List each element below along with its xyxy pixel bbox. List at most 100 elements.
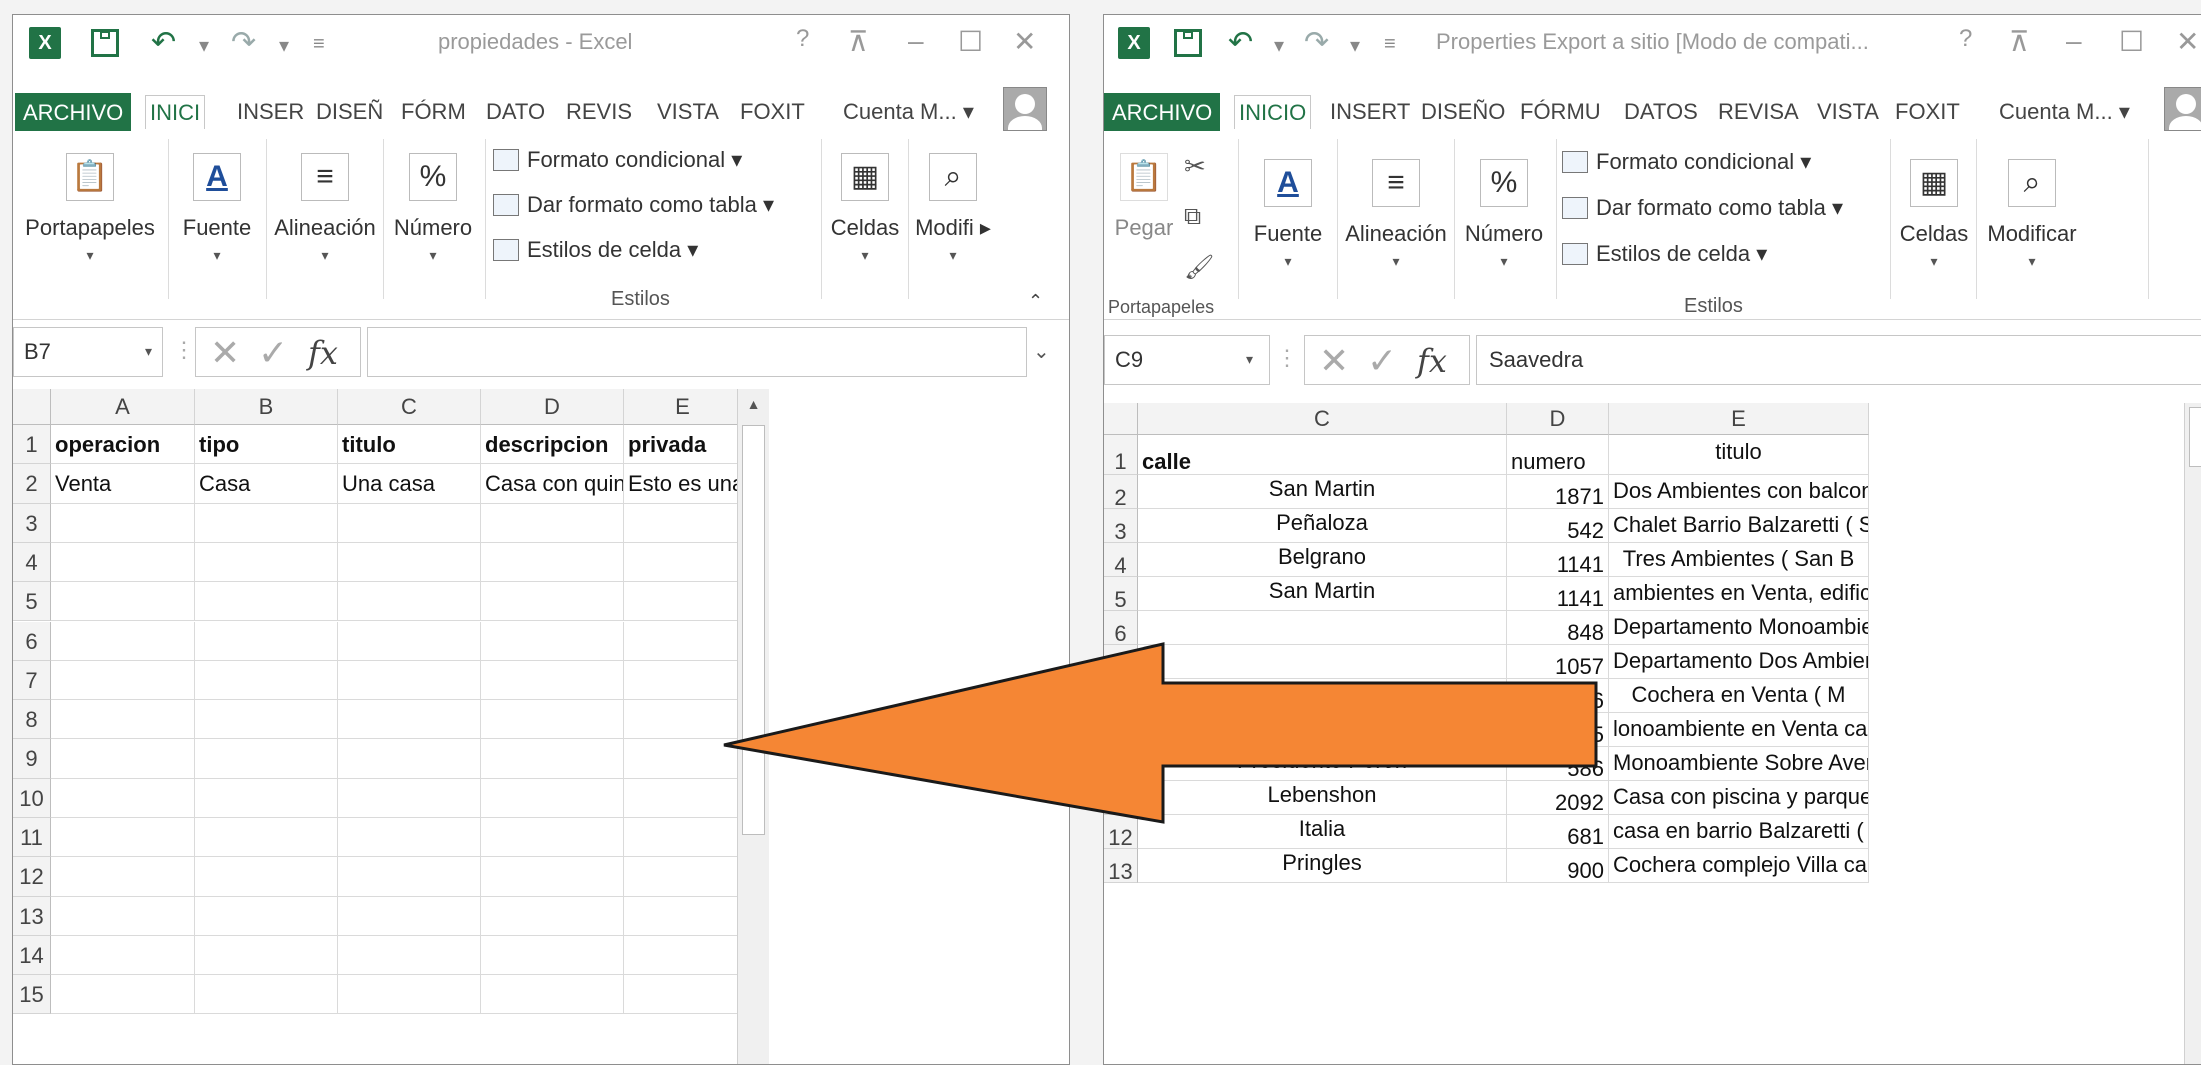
numero-button[interactable]: % Número ▾ — [385, 153, 481, 264]
close-icon[interactable]: ✕ — [2176, 25, 2199, 58]
tab-inicio[interactable]: INICIO — [1234, 95, 1312, 129]
cell[interactable]: Pringles — [1138, 849, 1507, 883]
confirm-formula-icon[interactable]: ✓ — [1367, 340, 1397, 382]
cell[interactable]: 1141 — [1507, 543, 1609, 577]
cell[interactable] — [51, 975, 195, 1015]
tab-formulas[interactable]: FÓRM — [397, 95, 470, 129]
cell[interactable] — [195, 975, 338, 1015]
undo-dropdown-icon[interactable]: ▾ — [1274, 33, 1284, 58]
row-header[interactable]: 8 — [13, 700, 51, 740]
copy-icon[interactable]: ⧉ — [1184, 203, 1201, 231]
row-header[interactable]: 1 — [1104, 435, 1138, 475]
customize-qat-icon[interactable]: ≡ — [313, 33, 325, 56]
tab-archivo[interactable]: ARCHIVO — [1104, 93, 1221, 133]
cell[interactable]: San Martin — [1138, 475, 1507, 509]
cell[interactable]: ambientes en Venta, edificio N — [1609, 577, 1869, 611]
ribbon-display-options-icon[interactable]: ⊼ — [2009, 25, 2030, 58]
select-all-corner[interactable] — [1104, 403, 1138, 435]
cell[interactable] — [51, 503, 195, 543]
row-header[interactable]: 10 — [13, 778, 51, 818]
cell[interactable] — [624, 621, 742, 661]
tab-formulas[interactable]: FÓRMU — [1516, 95, 1605, 129]
row-header[interactable]: 12 — [1104, 815, 1138, 850]
modificar-button[interactable]: ⌕ Modificar ▾ — [1980, 159, 2084, 270]
cell[interactable] — [51, 935, 195, 976]
cell[interactable] — [338, 857, 481, 897]
row-header[interactable]: 7 — [1104, 645, 1138, 680]
cell[interactable] — [481, 582, 624, 622]
scrollbar-thumb[interactable] — [2189, 407, 2201, 467]
alineacion-button[interactable]: ≡ Alineación ▾ — [269, 153, 381, 264]
column-header-e[interactable]: E — [1609, 403, 1869, 435]
vertical-scrollbar[interactable]: ▲ — [737, 389, 769, 1064]
pegar-button[interactable]: 📋 Pegar — [1114, 153, 1174, 241]
estilos-celda-button[interactable]: Estilos de celda ▾ — [493, 237, 698, 263]
excel-window-propiedades[interactable]: X ↶ ▾ ↷ ▾ ≡ propiedades - Excel ? ⊼ – ☐ … — [12, 14, 1070, 1065]
cell[interactable]: Venta — [51, 464, 195, 504]
cell[interactable] — [195, 778, 338, 818]
cell[interactable]: Peñaloza — [1138, 509, 1507, 543]
cell[interactable] — [624, 503, 742, 543]
cell[interactable]: numero — [1507, 435, 1609, 475]
maximize-icon[interactable]: ☐ — [958, 25, 983, 58]
cell[interactable] — [338, 621, 481, 661]
cell[interactable] — [624, 935, 742, 976]
cell[interactable] — [195, 739, 338, 779]
row-header[interactable]: 14 — [13, 935, 51, 976]
cell[interactable] — [624, 975, 742, 1015]
cut-icon[interactable]: ✂ — [1184, 151, 1206, 182]
confirm-formula-icon[interactable]: ✓ — [258, 332, 288, 374]
cell[interactable] — [195, 621, 338, 661]
tab-insertar[interactable]: INSER — [233, 95, 308, 129]
tab-foxit[interactable]: FOXIT — [1891, 95, 1964, 129]
cell[interactable] — [481, 818, 624, 858]
namebox-dropdown-icon[interactable]: ▾ — [145, 343, 152, 360]
cell[interactable] — [51, 857, 195, 897]
portapapeles-button[interactable]: 📋 Portapapeles ▾ — [15, 153, 165, 264]
row-header[interactable]: 2 — [13, 464, 51, 504]
cell[interactable]: privada — [624, 425, 742, 465]
cell[interactable] — [481, 621, 624, 661]
cell[interactable] — [624, 739, 742, 779]
cell[interactable]: Cochera en Venta ( M — [1609, 679, 1869, 713]
insert-function-icon[interactable]: fx — [308, 334, 338, 372]
insert-function-icon[interactable]: fx — [1417, 342, 1447, 380]
row-header[interactable]: 3 — [13, 503, 51, 543]
tab-foxit[interactable]: FOXIT — [736, 95, 809, 129]
cell[interactable] — [338, 503, 481, 543]
account-menu[interactable]: Cuenta M... ▾ — [843, 99, 974, 125]
cell[interactable]: 900 — [1507, 849, 1609, 883]
close-icon[interactable]: ✕ — [1013, 25, 1036, 58]
cell[interactable] — [624, 818, 742, 858]
cell[interactable]: 848 — [1507, 611, 1609, 645]
cell[interactable] — [51, 818, 195, 858]
cell[interactable]: Italia — [1138, 815, 1507, 849]
redo-icon[interactable]: ↷ — [1304, 25, 1329, 60]
help-button[interactable]: ? — [796, 25, 809, 53]
numero-button[interactable]: % Número ▾ — [1456, 159, 1552, 270]
cell[interactable] — [195, 582, 338, 622]
cell[interactable]: Casa — [195, 464, 338, 504]
celdas-button[interactable]: ▦ Celdas ▾ — [1894, 159, 1974, 270]
cell[interactable] — [1138, 611, 1507, 645]
row-header[interactable]: 1 — [13, 425, 51, 465]
worksheet-grid[interactable]: A B C D E 1 operacion tipo titulo descripcion priv… — [13, 389, 1069, 1064]
cell[interactable]: 542 — [1507, 509, 1609, 543]
tab-diseno[interactable]: DISEÑO — [1417, 95, 1509, 129]
cell[interactable]: San Martin — [1138, 577, 1507, 611]
cell[interactable] — [51, 739, 195, 779]
cell[interactable]: 1871 — [1507, 475, 1609, 509]
cell[interactable]: 586 — [1507, 747, 1609, 781]
save-icon[interactable] — [1174, 29, 1202, 57]
column-header-d[interactable]: D — [481, 389, 624, 425]
tab-datos[interactable]: DATO — [482, 95, 549, 129]
cell[interactable] — [338, 582, 481, 622]
cell[interactable] — [1138, 645, 1507, 679]
cell[interactable] — [51, 542, 195, 583]
dar-formato-tabla-button[interactable]: Dar formato como tabla ▾ — [493, 192, 774, 218]
tab-inicio[interactable]: INICI — [145, 95, 206, 129]
row-header[interactable]: 9 — [13, 739, 51, 779]
cell[interactable]: Casa con piscina y parque ( — [1609, 781, 1869, 815]
cell[interactable] — [338, 975, 481, 1015]
alineacion-button[interactable]: ≡ Alineación ▾ — [1340, 159, 1452, 270]
